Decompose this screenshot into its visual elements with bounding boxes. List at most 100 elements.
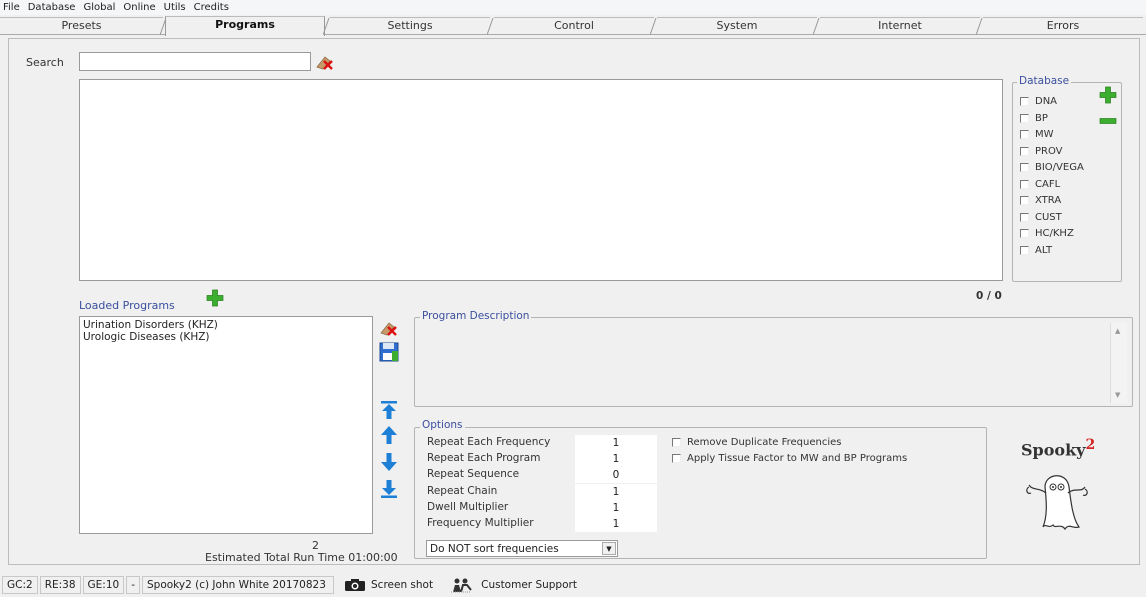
tab-divider bbox=[813, 17, 820, 35]
checkbox-box[interactable] bbox=[1020, 113, 1029, 123]
program-list[interactable] bbox=[79, 79, 1003, 281]
loaded-programs-list[interactable]: Urination Disorders (KHZ) Urologic Disea… bbox=[79, 316, 373, 534]
customer-support-label: Customer Support bbox=[481, 579, 577, 591]
option-value-field[interactable]: 0 bbox=[575, 467, 657, 484]
chevron-down-icon[interactable]: ▼ bbox=[602, 542, 616, 555]
remove-duplicates-checkbox[interactable]: Remove Duplicate Frequencies bbox=[672, 437, 841, 448]
list-item[interactable]: Urination Disorders (KHZ) bbox=[83, 319, 369, 331]
search-label: Search bbox=[26, 56, 64, 69]
status-copyright: Spooky2 (c) John White 20170823 bbox=[142, 576, 334, 594]
tab-control[interactable]: Control bbox=[494, 17, 654, 35]
menu-file[interactable]: File bbox=[3, 2, 20, 13]
database-checkbox-label: BP bbox=[1035, 112, 1048, 124]
sort-select[interactable]: Do NOT sort frequencies ▼ bbox=[426, 540, 618, 557]
tab-errors[interactable]: Errors bbox=[983, 17, 1143, 35]
database-checkbox-label: PROV bbox=[1035, 145, 1063, 157]
status-ge: GE:10 bbox=[82, 576, 125, 594]
tab-settings[interactable]: Settings bbox=[330, 17, 490, 35]
tissue-factor-checkbox[interactable]: Apply Tissue Factor to MW and BP Program… bbox=[672, 453, 907, 464]
loaded-programs-label: Loaded Programs bbox=[79, 299, 175, 312]
screenshot-button[interactable]: Screen shot bbox=[340, 576, 437, 594]
remove-database-button[interactable] bbox=[1097, 110, 1119, 132]
option-value-field[interactable]: 1 bbox=[575, 516, 657, 532]
search-input[interactable] bbox=[79, 52, 311, 71]
menu-credits[interactable]: Credits bbox=[194, 2, 229, 13]
add-database-button[interactable] bbox=[1097, 84, 1119, 106]
checkbox-box[interactable] bbox=[1020, 179, 1029, 189]
tab-system[interactable]: System bbox=[657, 17, 817, 35]
checkbox-box[interactable] bbox=[1020, 196, 1029, 205]
option-value-field[interactable]: 1 bbox=[575, 483, 657, 500]
database-checkbox[interactable]: CAFL bbox=[1020, 179, 1060, 190]
ghost-icon bbox=[1026, 475, 1088, 531]
database-checkbox[interactable]: DNA bbox=[1020, 96, 1057, 107]
database-legend: Database bbox=[1017, 75, 1072, 87]
add-program-button[interactable] bbox=[204, 287, 226, 309]
menu-database[interactable]: Database bbox=[28, 2, 76, 13]
database-checkbox-label: HC/KHZ bbox=[1035, 228, 1074, 239]
customer-support-button[interactable]: Customer Support bbox=[445, 576, 581, 594]
database-checkbox-label: XTRA bbox=[1035, 195, 1062, 206]
programs-panel: Search Database DNA BP MW PROV BIO/VEGA CAFL X… bbox=[8, 38, 1140, 565]
estimated-run-time: Estimated Total Run Time 01:00:00 bbox=[205, 551, 398, 564]
option-value-field[interactable]: 1 bbox=[575, 435, 657, 451]
option-label: Repeat Each Program bbox=[427, 452, 541, 465]
status-gc: GC:2 bbox=[2, 576, 38, 594]
program-description-group bbox=[414, 317, 1133, 407]
move-down-button[interactable] bbox=[377, 451, 401, 473]
option-label: Repeat Sequence bbox=[427, 468, 520, 481]
logo-superscript: 2 bbox=[1085, 437, 1096, 453]
database-count: 0 / 0 bbox=[976, 290, 1002, 302]
checkbox-box[interactable] bbox=[672, 438, 681, 447]
database-checkbox-label: BIO/VEGA bbox=[1035, 162, 1084, 173]
database-checkbox[interactable]: BIO/VEGA bbox=[1020, 162, 1084, 173]
tab-bar: Presets Programs Settings Control System… bbox=[0, 15, 1146, 36]
description-scrollbar[interactable]: ▲ ▼ bbox=[1110, 323, 1127, 403]
database-checkbox[interactable]: PROV bbox=[1020, 146, 1063, 157]
tab-programs[interactable]: Programs bbox=[165, 16, 325, 36]
checkbox-box[interactable] bbox=[1020, 245, 1029, 255]
checkbox-box[interactable] bbox=[1020, 229, 1029, 238]
menu-global[interactable]: Global bbox=[83, 2, 115, 13]
move-top-button[interactable] bbox=[377, 399, 401, 421]
eraser-icon bbox=[380, 322, 397, 336]
database-checkbox[interactable]: HC/KHZ bbox=[1020, 228, 1074, 239]
database-checkbox[interactable]: XTRA bbox=[1020, 195, 1061, 206]
database-checkbox[interactable]: MW bbox=[1020, 129, 1054, 140]
move-to-bottom-icon bbox=[381, 480, 397, 498]
checkbox-box[interactable] bbox=[1020, 146, 1029, 156]
database-checkbox[interactable]: ALT bbox=[1020, 245, 1052, 256]
menu-utils[interactable]: Utils bbox=[164, 2, 186, 13]
database-checkbox-label: ALT bbox=[1035, 244, 1053, 256]
move-bottom-button[interactable] bbox=[377, 478, 401, 500]
option-value-field[interactable]: 1 bbox=[575, 451, 657, 468]
move-up-button[interactable] bbox=[377, 424, 401, 446]
move-to-top-icon bbox=[381, 401, 397, 419]
menu-online[interactable]: Online bbox=[123, 2, 155, 13]
save-programs-button[interactable] bbox=[377, 341, 401, 363]
eraser-icon bbox=[316, 56, 333, 70]
camera-icon bbox=[345, 579, 365, 591]
plus-icon bbox=[206, 289, 224, 307]
status-bar: GC:2 RE:38 GE:10 - Spooky2 (c) John Whit… bbox=[0, 573, 1146, 597]
option-value-field[interactable]: 1 bbox=[575, 499, 657, 516]
options-legend: Options bbox=[420, 419, 465, 431]
tab-presets[interactable]: Presets bbox=[0, 17, 163, 35]
database-checkbox[interactable]: CUST bbox=[1020, 212, 1062, 223]
checkbox-box[interactable] bbox=[1020, 212, 1029, 222]
list-item[interactable]: Urologic Diseases (KHZ) bbox=[83, 331, 369, 343]
screenshot-label: Screen shot bbox=[371, 579, 434, 591]
database-checkbox[interactable]: BP bbox=[1020, 113, 1048, 124]
sort-select-value: Do NOT sort frequencies bbox=[430, 542, 559, 555]
program-description-legend: Program Description bbox=[420, 310, 532, 322]
checkbox-box[interactable] bbox=[672, 454, 681, 463]
checkbox-box[interactable] bbox=[1020, 97, 1029, 106]
clear-programs-button[interactable] bbox=[377, 317, 401, 339]
option-label: Frequency Multiplier bbox=[427, 517, 534, 529]
checkbox-box[interactable] bbox=[1020, 130, 1029, 139]
tab-internet[interactable]: Internet bbox=[820, 17, 980, 35]
checkbox-box[interactable] bbox=[1020, 163, 1029, 172]
option-label: Repeat Each Frequency bbox=[427, 436, 551, 448]
support-people-icon bbox=[451, 578, 472, 593]
search-clear-button[interactable] bbox=[314, 51, 336, 73]
